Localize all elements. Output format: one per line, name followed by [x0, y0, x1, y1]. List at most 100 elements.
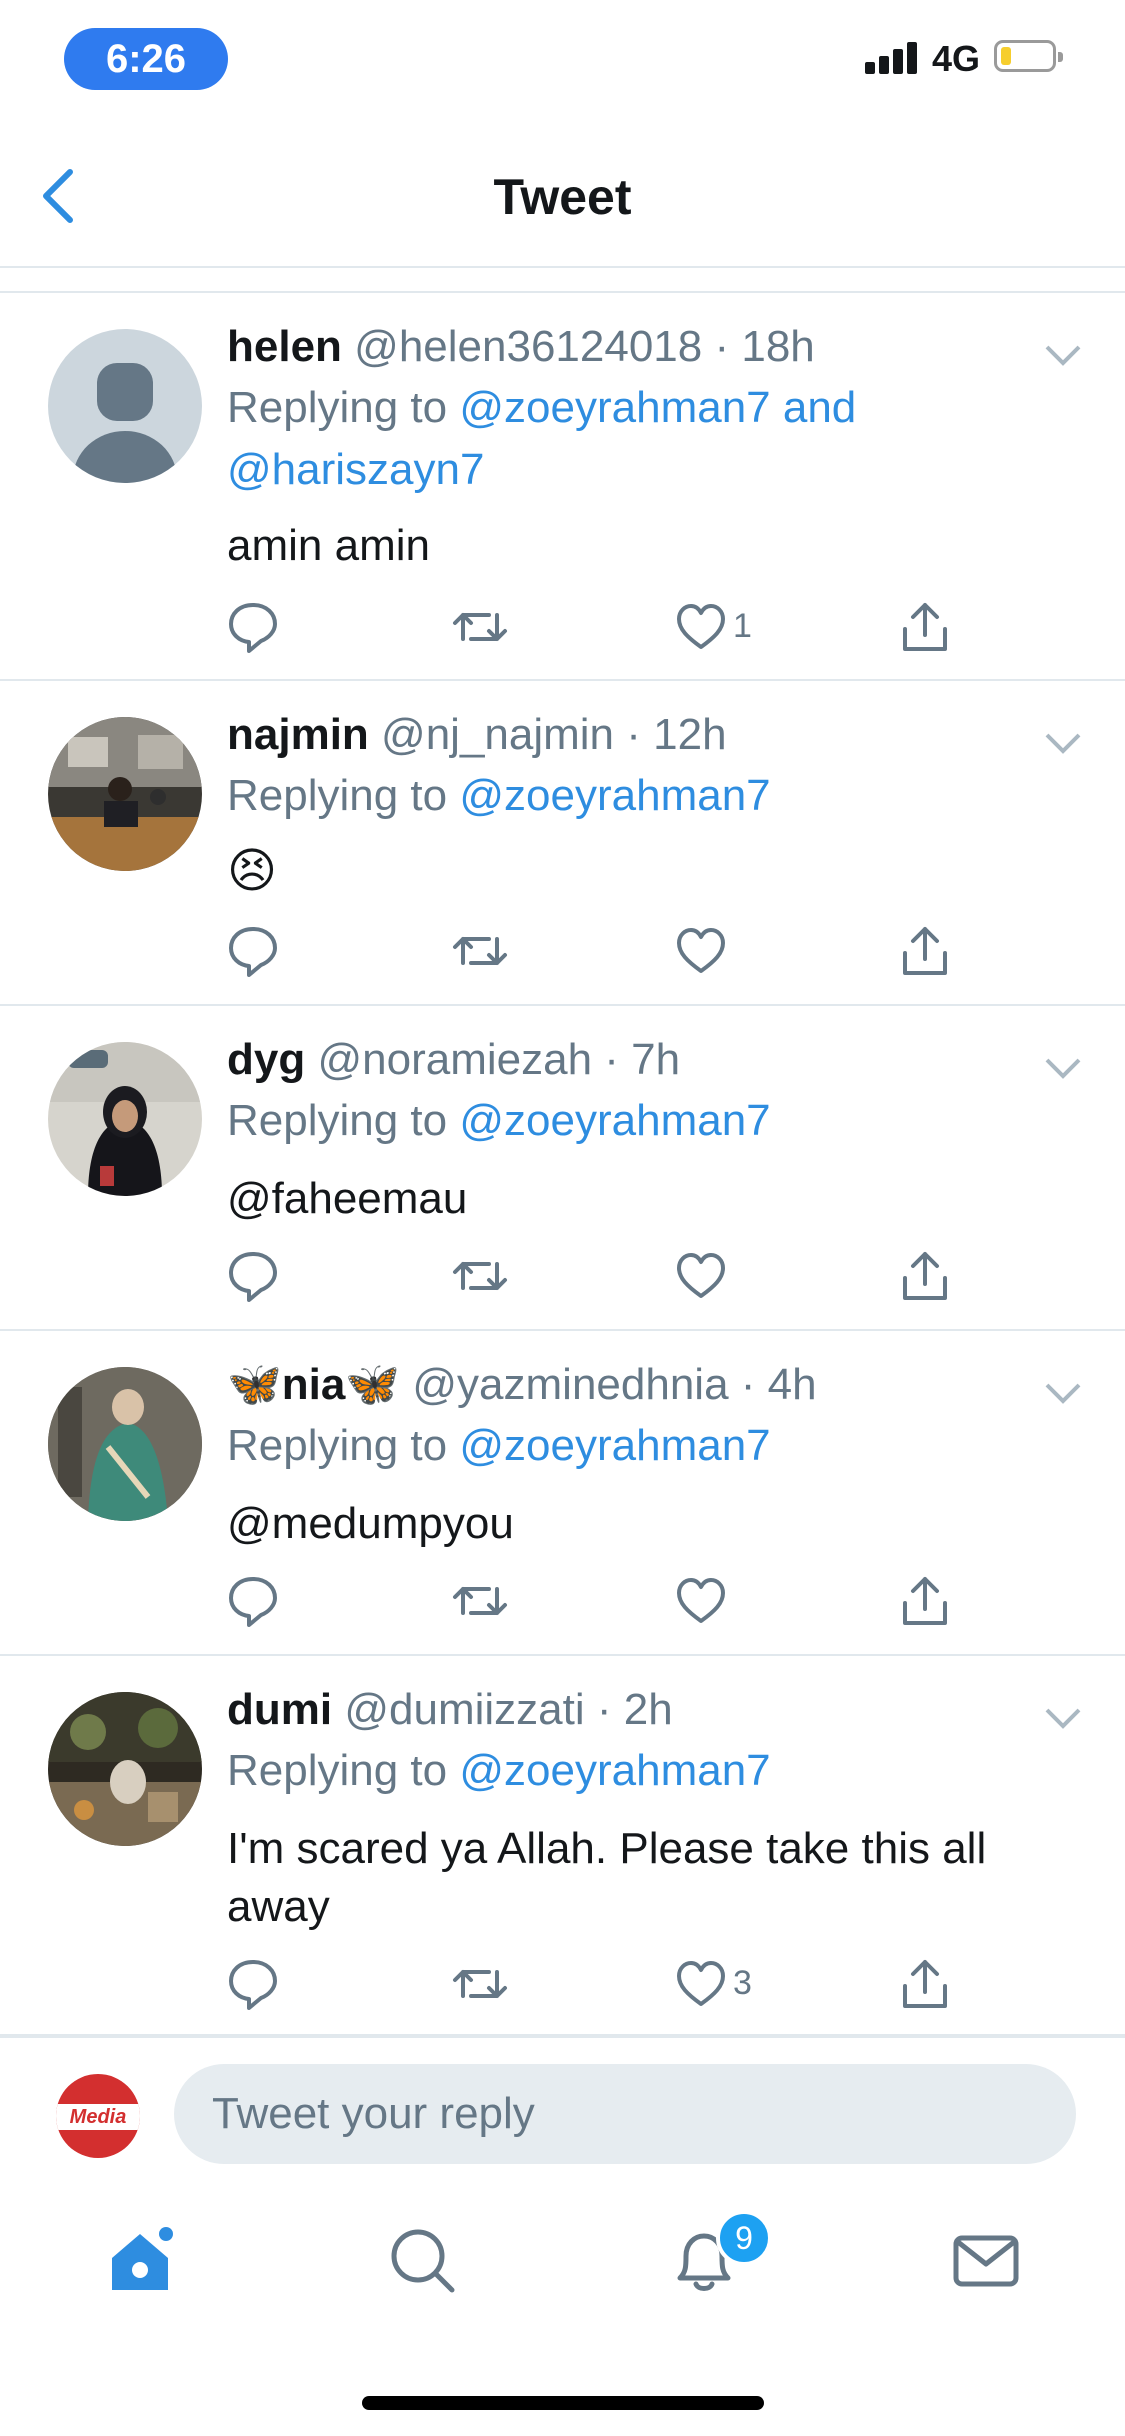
- tweet-item[interactable]: najmin @nj_najmin · 12h Replying to @zoe…: [0, 681, 1125, 1006]
- timestamp[interactable]: 4h: [768, 1360, 817, 1409]
- timestamp[interactable]: 7h: [631, 1035, 680, 1084]
- avatar[interactable]: [48, 1367, 202, 1521]
- share-button[interactable]: [899, 599, 951, 655]
- tweet-text[interactable]: @medumpyou: [227, 1495, 1087, 1553]
- separator: ·: [584, 1685, 624, 1734]
- heart-icon: [677, 1578, 725, 1623]
- user-handle[interactable]: @nj_najmin: [381, 710, 614, 759]
- replying-prefix: Replying to: [227, 1096, 448, 1145]
- heart-icon: [677, 604, 725, 649]
- reply-button[interactable]: [227, 923, 279, 979]
- chevron-down-icon[interactable]: [1043, 731, 1083, 755]
- timestamp[interactable]: 2h: [624, 1685, 673, 1734]
- tweet-item[interactable]: helen @helen36124018 · 18h Replying to @…: [0, 293, 1125, 681]
- tweet-item[interactable]: 🦋nia🦋 @yazminedhnia · 4h Replying to @zo…: [0, 1331, 1125, 1656]
- user-photo: [48, 717, 202, 871]
- replying-links[interactable]: @zoeyrahman7: [459, 771, 770, 820]
- avatar-logo-text: Media: [69, 2106, 127, 2128]
- display-name[interactable]: najmin: [227, 710, 369, 759]
- replying-to: Replying to @zoeyrahman7: [227, 765, 1087, 827]
- tweet-text: amin amin: [227, 521, 430, 570]
- reply-icon: [229, 1252, 277, 1302]
- retweet-icon: [453, 1262, 507, 1290]
- avatar[interactable]: [48, 329, 202, 483]
- tweet-header: dyg @noramiezah · 7h: [227, 1034, 680, 1086]
- reply-button[interactable]: [227, 599, 279, 655]
- tweet-actions: [227, 1248, 967, 1304]
- replying-prefix: Replying to: [227, 771, 448, 820]
- replying-to: Replying to @zoeyrahman7: [227, 1740, 1087, 1802]
- timestamp[interactable]: 18h: [741, 322, 814, 371]
- avatar[interactable]: [48, 1692, 202, 1846]
- replying-links[interactable]: @zoeyrahman7: [459, 1746, 770, 1795]
- tweet-text[interactable]: @faheemau: [227, 1170, 1087, 1228]
- status-time: 6:26: [64, 28, 228, 90]
- reply-button[interactable]: [227, 1573, 279, 1629]
- retweet-icon: [453, 613, 507, 641]
- timestamp[interactable]: 12h: [653, 710, 726, 759]
- display-name[interactable]: dyg: [227, 1035, 305, 1084]
- retweet-button[interactable]: [449, 599, 511, 655]
- retweet-icon: [453, 1970, 507, 1998]
- reply-icon: [229, 603, 277, 653]
- like-count: 1: [733, 607, 752, 645]
- chevron-down-icon[interactable]: [1043, 1381, 1083, 1405]
- share-button[interactable]: [899, 923, 951, 979]
- replying-links[interactable]: @zoeyrahman7: [459, 1096, 770, 1145]
- replying-to: Replying to @zoeyrahman7: [227, 1090, 1087, 1152]
- my-avatar[interactable]: Media: [56, 2074, 140, 2158]
- user-handle[interactable]: @helen36124018: [354, 322, 702, 371]
- separator: ·: [702, 322, 742, 371]
- reply-button[interactable]: [227, 1956, 279, 2012]
- replying-to: Replying to @zoeyrahman7: [227, 1415, 1087, 1477]
- nav-header: Tweet: [0, 120, 1125, 268]
- home-indicator[interactable]: [362, 2396, 764, 2410]
- reply-icon: [229, 927, 277, 977]
- tab-messages[interactable]: [946, 2220, 1026, 2300]
- reply-icon: [229, 1577, 277, 1627]
- retweet-button[interactable]: [449, 1573, 511, 1629]
- chevron-down-icon[interactable]: [1043, 1706, 1083, 1730]
- avatar[interactable]: [48, 1042, 202, 1196]
- tweet-actions: [227, 1573, 967, 1629]
- like-button[interactable]: [675, 923, 727, 979]
- tweet-actions: [227, 923, 967, 979]
- retweet-button[interactable]: [449, 923, 511, 979]
- share-icon: [903, 1960, 947, 2008]
- share-button[interactable]: [899, 1248, 951, 1304]
- tweet-header: najmin @nj_najmin · 12h: [227, 709, 727, 761]
- retweet-button[interactable]: [449, 1248, 511, 1304]
- share-icon: [903, 603, 947, 651]
- like-button[interactable]: 3: [675, 1956, 752, 2012]
- replying-prefix: Replying to: [227, 383, 448, 432]
- like-button[interactable]: [675, 1248, 727, 1304]
- user-handle[interactable]: @noramiezah: [317, 1035, 592, 1084]
- share-button[interactable]: [899, 1573, 951, 1629]
- like-button[interactable]: 1: [675, 599, 752, 655]
- retweet-button[interactable]: [449, 1956, 511, 2012]
- heart-icon: [677, 928, 725, 973]
- reply-button[interactable]: [227, 1248, 279, 1304]
- tab-search[interactable]: [382, 2220, 462, 2300]
- tweet-item[interactable]: dumi @dumiizzati · 2h Replying to @zoeyr…: [0, 1656, 1125, 2036]
- tweet-actions: 3: [227, 1956, 967, 2012]
- display-name[interactable]: dumi: [227, 1685, 332, 1734]
- like-button[interactable]: [675, 1573, 727, 1629]
- display-name[interactable]: 🦋nia🦋: [227, 1360, 400, 1409]
- avatar[interactable]: [48, 717, 202, 871]
- reply-input[interactable]: Tweet your reply: [174, 2064, 1076, 2164]
- tweet-header: 🦋nia🦋 @yazminedhnia · 4h: [227, 1359, 817, 1411]
- tweet-item[interactable]: dyg @noramiezah · 7h Replying to @zoeyra…: [0, 1006, 1125, 1331]
- tab-home[interactable]: [100, 2220, 180, 2300]
- replying-links[interactable]: @zoeyrahman7: [459, 1421, 770, 1470]
- status-bar: 6:26 4G: [0, 0, 1125, 120]
- chevron-down-icon[interactable]: [1043, 343, 1083, 367]
- user-handle[interactable]: @yazminedhnia: [412, 1360, 728, 1409]
- retweet-icon: [453, 937, 507, 965]
- share-button[interactable]: [899, 1956, 951, 2012]
- default-avatar-icon: [73, 363, 177, 483]
- user-photo: [48, 1692, 202, 1846]
- chevron-down-icon[interactable]: [1043, 1056, 1083, 1080]
- display-name[interactable]: helen: [227, 322, 342, 371]
- user-handle[interactable]: @dumiizzati: [344, 1685, 584, 1734]
